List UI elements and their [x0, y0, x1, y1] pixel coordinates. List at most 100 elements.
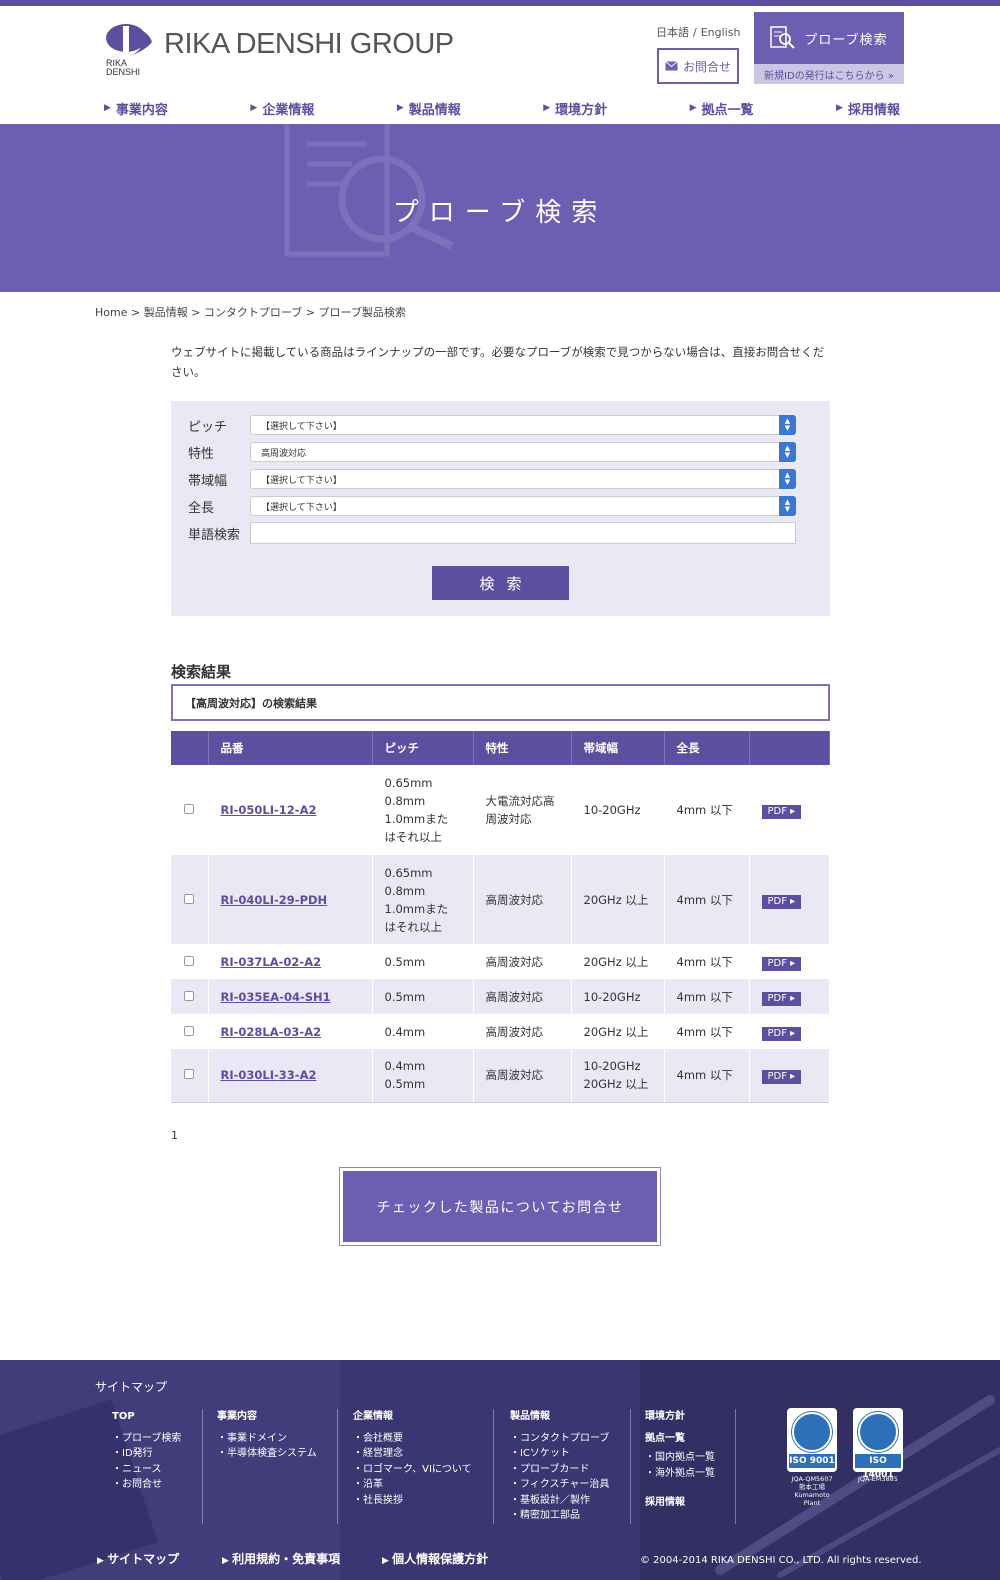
pitch-cell: 0.5mm: [372, 944, 474, 979]
search-row-bandwidth: 帯域幅 【選択して下さい】 ▲ ▼: [188, 469, 796, 489]
nav-company[interactable]: 企業情報: [250, 99, 314, 118]
probe-search-button[interactable]: プローブ検索: [754, 12, 904, 64]
footer-link-semicon[interactable]: 半導体検査システム: [217, 1446, 317, 1462]
keyword-input[interactable]: [250, 522, 796, 544]
col-pitch: ピッチ: [372, 731, 474, 765]
pitch-cell: 0.4mm: [372, 1014, 474, 1049]
part-number-link[interactable]: RI-028LA-03-A2: [221, 1025, 322, 1039]
length-cell: 4mm 以下: [664, 1049, 750, 1102]
footer-link-contact[interactable]: お問合せ: [112, 1477, 181, 1493]
lang-ja-link[interactable]: 日本語: [656, 26, 689, 39]
footer-link-history[interactable]: 沿革: [353, 1477, 472, 1493]
footer-link-contact-probe[interactable]: コンタクトプローブ: [510, 1431, 609, 1447]
breadcrumb-contact-probe[interactable]: コンタクトプローブ: [204, 306, 302, 319]
footer-link-logo-vi[interactable]: ロゴマーク、VIについて: [353, 1462, 472, 1478]
footer-link-environment[interactable]: 環境方針: [645, 1409, 715, 1425]
part-number-link[interactable]: RI-030LI-33-A2: [221, 1068, 317, 1082]
col-part: 品番: [208, 731, 373, 765]
footer-link-fixture[interactable]: フィクスチャー治具: [510, 1477, 609, 1493]
footer-bottom-terms[interactable]: 利用規約・免責事項: [222, 1550, 340, 1567]
pdf-button[interactable]: PDF ▸: [761, 894, 802, 909]
nav-recruit[interactable]: 採用情報: [836, 99, 900, 118]
footer-link-greeting[interactable]: 社長挨拶: [353, 1493, 472, 1509]
footer-link-philosophy[interactable]: 経営理念: [353, 1446, 472, 1462]
length-cell: 4mm 以下: [664, 855, 750, 944]
row-checkbox[interactable]: [184, 1069, 195, 1080]
iso-certified-icon: ISO 9001: [787, 1408, 837, 1472]
breadcrumb-current: プローブ製品検索: [318, 306, 406, 319]
part-number-link[interactable]: RI-050LI-12-A2: [221, 803, 317, 817]
footer-link-business[interactable]: 事業内容: [217, 1409, 317, 1425]
footer-link-domestic[interactable]: 国内拠点一覧: [645, 1450, 715, 1466]
footer-link-locations[interactable]: 拠点一覧: [645, 1431, 715, 1447]
results-table: 品番 ピッチ 特性 帯域幅 全長 RI-050LI-12-A2 0.65mm 0.…: [171, 731, 830, 1103]
footer-link-domain[interactable]: 事業ドメイン: [217, 1431, 317, 1447]
length-select[interactable]: 【選択して下さい】 ▲ ▼: [250, 496, 796, 516]
pdf-button[interactable]: PDF ▸: [761, 1026, 802, 1041]
pitch-select[interactable]: 【選択して下さい】 ▲ ▼: [250, 415, 796, 435]
pdf-button[interactable]: PDF ▸: [761, 1070, 802, 1085]
footer-col-top: TOP プローブ検索 ID発行 ニュース お問合せ: [112, 1409, 181, 1493]
pdf-button[interactable]: PDF ▸: [761, 956, 802, 971]
part-number-link[interactable]: RI-035EA-04-SH1: [221, 990, 331, 1004]
footer-link-recruit[interactable]: 採用情報: [645, 1495, 715, 1511]
pitch-label: ピッチ: [188, 419, 228, 435]
bandwidth-cell: 10-20GHz: [571, 765, 665, 855]
new-id-link[interactable]: 新規IDの発行はこちらから »: [754, 64, 904, 84]
length-cell: 4mm 以下: [664, 944, 750, 979]
footer-link-overseas[interactable]: 海外拠点一覧: [645, 1466, 715, 1482]
site-header: RIKA DENSHI RIKA DENSHI GROUP 日本語 / Englis…: [0, 6, 1000, 92]
footer-link-news[interactable]: ニュース: [112, 1462, 181, 1478]
nav-business[interactable]: 事業内容: [104, 99, 168, 118]
nav-environment[interactable]: 環境方針: [543, 99, 607, 118]
footer-link-products[interactable]: 製品情報: [510, 1409, 609, 1425]
nav-locations[interactable]: 拠点一覧: [690, 99, 754, 118]
row-checkbox[interactable]: [184, 990, 195, 1001]
pagination-page-1[interactable]: 1: [171, 1129, 178, 1142]
search-form: ピッチ 【選択して下さい】 ▲ ▼ 特性 高周波対応 ▲ ▼ 帯域幅 【選択して下さい】…: [171, 401, 830, 616]
length-label: 全長: [188, 500, 215, 516]
breadcrumb-products[interactable]: 製品情報: [144, 306, 188, 319]
table-row: RI-030LI-33-A2 0.4mm 0.5mm 高周波対応 10-20GHz…: [171, 1049, 830, 1102]
pdf-button[interactable]: PDF ▸: [761, 991, 802, 1006]
row-checkbox[interactable]: [184, 893, 195, 904]
nav-products[interactable]: 製品情報: [397, 99, 461, 118]
select-arrows-icon: ▲ ▼: [779, 469, 796, 489]
part-number-link[interactable]: RI-037LA-02-A2: [221, 955, 322, 969]
select-arrows-icon: ▲ ▼: [779, 415, 796, 435]
part-number-link[interactable]: RI-040LI-29-PDH: [221, 893, 328, 907]
footer-bottom-sitemap[interactable]: サイトマップ: [97, 1550, 179, 1567]
footer-link-top[interactable]: TOP: [112, 1409, 181, 1425]
row-checkbox[interactable]: [184, 1025, 195, 1036]
pdf-button[interactable]: PDF ▸: [761, 805, 802, 819]
table-row: RI-035EA-04-SH1 0.5mm 高周波対応 10-20GHz 4mm…: [171, 979, 830, 1014]
footer-link-profile[interactable]: 会社概要: [353, 1431, 472, 1447]
footer-link-company[interactable]: 企業情報: [353, 1409, 472, 1425]
lang-en-link[interactable]: English: [701, 26, 741, 39]
footer-link-probe-card[interactable]: プローブカード: [510, 1462, 609, 1478]
col-check: [171, 731, 209, 765]
footer-link-ic-socket[interactable]: ICソケット: [510, 1446, 609, 1462]
characteristic-value: 高周波対応: [261, 448, 307, 459]
bandwidth-cell: 10-20GHz 20GHz 以上: [571, 1049, 665, 1102]
footer-link-pcb[interactable]: 基板設計／製作: [510, 1493, 609, 1509]
contact-button[interactable]: お問合せ: [657, 48, 739, 84]
search-button[interactable]: 検索: [432, 566, 569, 600]
footer-bottom-privacy[interactable]: 個人情報保護方針: [382, 1550, 488, 1567]
row-checkbox[interactable]: [184, 804, 195, 814]
table-row: RI-040LI-29-PDH 0.65mm 0.8mm 1.0mmまた はそれ以上 …: [171, 855, 830, 944]
inquiry-checked-button[interactable]: チェックした製品についてお問合せ: [343, 1171, 657, 1242]
table-row: RI-050LI-12-A2 0.65mm 0.8mm 1.0mmまた はそれ以上 大…: [171, 765, 830, 855]
search-row-keyword: 単語検索: [188, 522, 796, 544]
brand-name: RIKA DENSHI GROUP: [164, 28, 454, 60]
row-checkbox[interactable]: [184, 955, 195, 966]
footer-link-probe-search[interactable]: プローブ検索: [112, 1431, 181, 1447]
breadcrumb-home[interactable]: Home: [95, 306, 127, 319]
footer-link-precision[interactable]: 精密加工部品: [510, 1508, 609, 1524]
characteristic-cell: 大電流対応高 周波対応: [473, 765, 572, 855]
bandwidth-select[interactable]: 【選択して下さい】 ▲ ▼: [250, 469, 796, 489]
footer-link-id[interactable]: ID発行: [112, 1446, 181, 1462]
site-logo[interactable]: RIKA DENSHI RIKA DENSHI GROUP: [104, 20, 454, 78]
characteristic-select[interactable]: 高周波対応 ▲ ▼: [250, 442, 796, 462]
select-arrows-icon: ▲ ▼: [779, 442, 796, 462]
